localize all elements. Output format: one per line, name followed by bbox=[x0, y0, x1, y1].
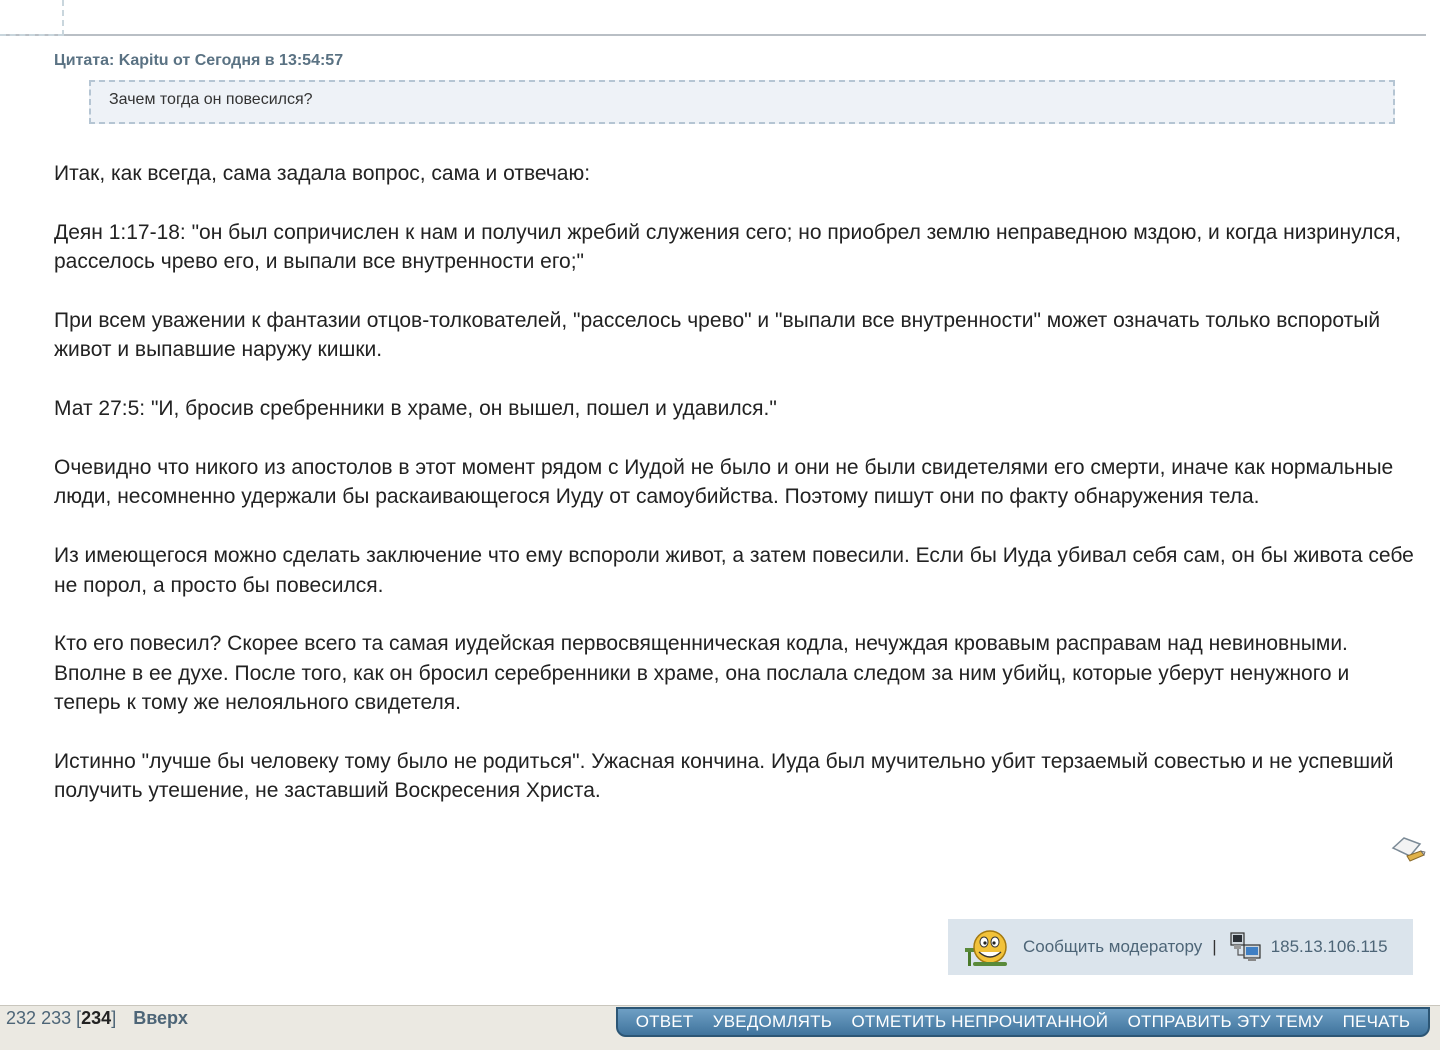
post-paragraph: Мат 27:5: "И, бросив сребренники в храме… bbox=[54, 397, 777, 421]
mark-unread-button[interactable]: ОТМЕТИТЬ НЕПРОЧИТАННОЙ bbox=[852, 1012, 1109, 1032]
report-to-moderator-link[interactable]: Сообщить модератору bbox=[1023, 937, 1202, 957]
top-left-decoration bbox=[0, 0, 64, 36]
post-paragraph: Итак, как всегда, сама задала вопрос, са… bbox=[54, 162, 591, 185]
modify-post-icon[interactable] bbox=[1390, 834, 1426, 866]
post-body: Итак, как всегда, сама задала вопрос, са… bbox=[54, 159, 1414, 806]
network-computers-icon bbox=[1230, 932, 1261, 961]
scroll-up-link[interactable]: Вверх bbox=[133, 1008, 188, 1028]
topic-action-bar: ОТВЕТ УВЕДОМЛЯТЬ ОТМЕТИТЬ НЕПРОЧИТАННОЙ … bbox=[616, 1007, 1430, 1037]
moderator-smiley-icon bbox=[965, 930, 1007, 966]
page-link[interactable]: 233 bbox=[41, 1008, 71, 1028]
quote-text: Зачем тогда он повесился? bbox=[109, 91, 313, 108]
report-bar: Сообщить модератору | 185.13.106.115 bbox=[948, 919, 1413, 975]
top-divider bbox=[0, 0, 1426, 36]
quote-label: Цитата: bbox=[54, 52, 115, 69]
print-button[interactable]: ПЕЧАТЬ bbox=[1343, 1012, 1411, 1032]
post-paragraph: Из имеющегося можно сделать заключение ч… bbox=[54, 544, 1414, 597]
current-page-bracket: [234] bbox=[76, 1008, 117, 1028]
quote-time-link[interactable]: Сегодня в 13:54:57 bbox=[195, 52, 343, 69]
quote-from: от bbox=[173, 52, 191, 69]
reply-button[interactable]: ОТВЕТ bbox=[636, 1012, 694, 1032]
send-topic-button[interactable]: ОТПРАВИТЬ ЭТУ ТЕМУ bbox=[1128, 1012, 1324, 1032]
post-paragraph: Кто его повесил? Скорее всего та самая и… bbox=[54, 632, 1350, 715]
report-separator: | bbox=[1212, 937, 1217, 956]
post-paragraph: Очевидно что никого из апостолов в этот … bbox=[54, 456, 1394, 509]
pagination: 232 233 [234] Вверх bbox=[6, 1008, 188, 1029]
post-paragraph: Истинно "лучше бы человеку тому было не … bbox=[54, 750, 1394, 803]
page-link[interactable]: 232 bbox=[6, 1008, 36, 1028]
poster-ip-address[interactable]: 185.13.106.115 bbox=[1271, 937, 1388, 957]
quote-header: Цитата: Kapitu от Сегодня в 13:54:57 bbox=[54, 52, 343, 70]
notify-button[interactable]: УВЕДОМЛЯТЬ bbox=[713, 1012, 832, 1032]
post-paragraph: При всем уважении к фантазии отцов-толко… bbox=[54, 309, 1381, 362]
current-page: 234 bbox=[81, 1008, 112, 1028]
quote-box: Зачем тогда он повесился? bbox=[89, 80, 1395, 124]
quote-author-link[interactable]: Kapitu bbox=[119, 52, 169, 69]
post-paragraph: Деян 1:17-18: "он был сопричислен к нам … bbox=[54, 220, 1402, 274]
